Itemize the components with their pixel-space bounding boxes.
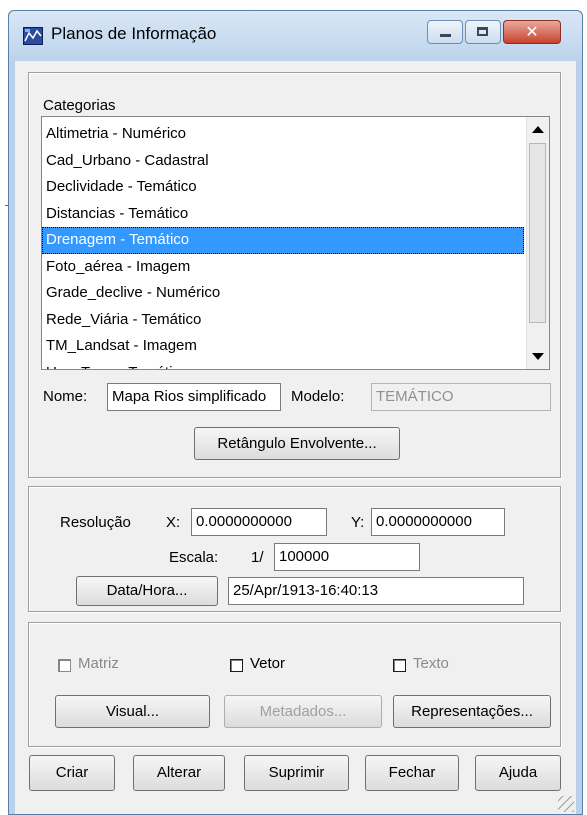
criar-button[interactable]: Criar xyxy=(29,755,115,791)
list-item[interactable]: Declividade - Temático xyxy=(42,174,524,201)
dialog-client: Categorias Altimetria - Numérico Cad_Urba… xyxy=(15,61,576,814)
planos-window: Planos de Informação ✕ Categorias Altime… xyxy=(8,10,583,815)
texto-checkbox[interactable] xyxy=(393,659,406,672)
data-hora-button[interactable]: Data/Hora... xyxy=(76,576,218,606)
window-title: Planos de Informação xyxy=(51,24,217,43)
categories-items: Altimetria - Numérico Cad_Urbano - Cadast… xyxy=(42,121,524,369)
list-item[interactable]: Rede_Viária - Temático xyxy=(42,307,524,334)
scroll-up-icon xyxy=(532,126,544,133)
ajuda-button[interactable]: Ajuda xyxy=(475,755,561,791)
escala-prefix: 1/ xyxy=(251,549,264,566)
categories-label: Categorias xyxy=(43,97,116,114)
data-hora-field[interactable]: 25/Apr/1913-16:40:13 xyxy=(228,577,524,605)
matriz-label: Matriz xyxy=(78,655,119,672)
resize-grip-icon[interactable] xyxy=(558,796,574,812)
retangulo-envolvente-button[interactable]: Retângulo Envolvente... xyxy=(194,427,400,460)
minimize-icon xyxy=(440,34,451,37)
fechar-button[interactable]: Fechar xyxy=(365,755,459,791)
resolution-x-field[interactable]: 0.0000000000 xyxy=(191,508,327,536)
list-item[interactable]: Cad_Urbano - Cadastral xyxy=(42,148,524,175)
escala-field[interactable]: 100000 xyxy=(274,543,420,571)
scroll-up-button[interactable] xyxy=(527,119,549,141)
visual-button[interactable]: Visual... xyxy=(55,695,210,728)
scroll-thumb[interactable] xyxy=(529,143,546,323)
close-icon: ✕ xyxy=(525,22,539,41)
list-item[interactable]: Drenagem - Temático xyxy=(42,227,524,254)
close-button[interactable]: ✕ xyxy=(503,20,561,44)
list-item[interactable]: Grade_declive - Numérico xyxy=(42,280,524,307)
background-strip xyxy=(0,0,587,10)
list-item[interactable]: Distancias - Temático xyxy=(42,201,524,228)
modelo-field: TEMÁTICO xyxy=(371,383,551,411)
texto-label: Texto xyxy=(413,655,449,672)
vetor-label: Vetor xyxy=(250,655,286,672)
modelo-label: Modelo: xyxy=(291,388,345,405)
resolucao-label: Resolução xyxy=(60,514,131,531)
maximize-icon xyxy=(477,27,488,36)
list-scrollbar[interactable] xyxy=(526,117,549,369)
resolution-y-field[interactable]: 0.0000000000 xyxy=(371,508,505,536)
list-item[interactable]: Altimetria - Numérico xyxy=(42,121,524,148)
minimize-button[interactable] xyxy=(427,20,463,44)
metadados-button: Metadados... xyxy=(224,695,382,728)
y-label: Y: xyxy=(351,514,365,531)
vetor-checkbox[interactable] xyxy=(230,659,243,672)
scroll-down-button[interactable] xyxy=(527,345,549,367)
list-item[interactable]: Uso_Terra - Temático xyxy=(42,360,524,370)
options-group xyxy=(28,622,561,747)
list-item[interactable]: TM_Landsat - Imagem xyxy=(42,333,524,360)
suprimir-button[interactable]: Suprimir xyxy=(244,755,349,791)
alterar-button[interactable]: Alterar xyxy=(133,755,225,791)
list-item[interactable]: Foto_aérea - Imagem xyxy=(42,254,524,281)
escala-label: Escala: xyxy=(169,549,219,566)
app-map-icon xyxy=(23,27,43,45)
matriz-checkbox[interactable] xyxy=(58,659,71,672)
x-label: X: xyxy=(166,514,181,531)
scroll-down-icon xyxy=(532,353,544,360)
categories-listbox[interactable]: Altimetria - Numérico Cad_Urbano - Cadast… xyxy=(41,116,550,370)
maximize-button[interactable] xyxy=(465,20,501,44)
title-bar[interactable]: Planos de Informação ✕ xyxy=(9,11,582,61)
representacoes-button[interactable]: Representações... xyxy=(393,695,551,728)
nome-field[interactable]: Mapa Rios simplificado xyxy=(107,383,281,411)
nome-label: Nome: xyxy=(43,388,88,405)
